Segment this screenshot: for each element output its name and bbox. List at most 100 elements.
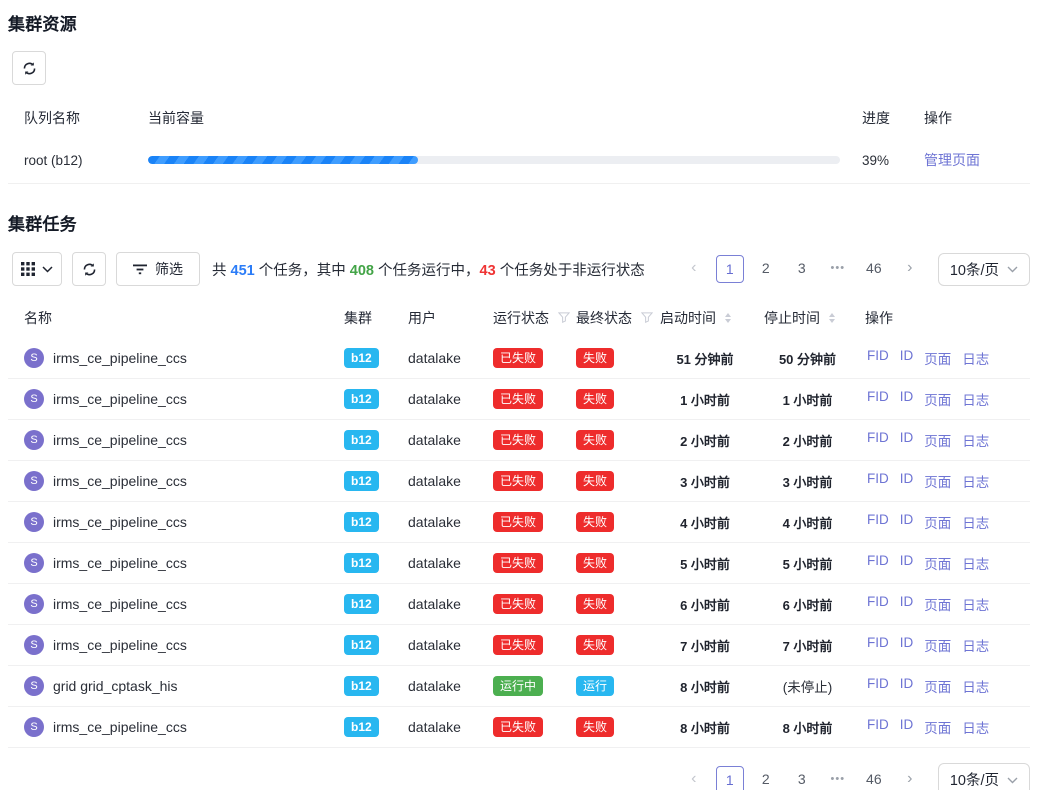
user-name: datalake <box>408 637 493 653</box>
action-link[interactable]: FID <box>867 717 889 737</box>
action-link[interactable]: 页面 <box>924 717 951 737</box>
progress-percent: 39% <box>862 153 924 168</box>
action-link[interactable]: FID <box>867 389 889 409</box>
page-2[interactable]: 2 <box>752 766 780 790</box>
page-size-select[interactable]: 10条/页 <box>938 763 1030 790</box>
capacity-cell <box>148 156 862 164</box>
task-table-body: S irms_ce_pipeline_ccs b12 datalake 已失败 … <box>8 338 1030 748</box>
cluster-resources-title: 集群资源 <box>8 10 1030 35</box>
action-link[interactable]: ID <box>900 430 914 450</box>
action-link[interactable]: 页面 <box>924 389 951 409</box>
cluster-tasks-title: 集群任务 <box>8 210 1030 235</box>
action-link[interactable]: ID <box>900 676 914 696</box>
action-link[interactable]: ID <box>900 594 914 614</box>
user-name: datalake <box>408 391 493 407</box>
sort-icon[interactable] <box>829 313 835 323</box>
run-status-badge: 已失败 <box>493 471 543 491</box>
action-link[interactable]: ID <box>900 717 914 737</box>
action-link[interactable]: 页面 <box>924 635 951 655</box>
page-3[interactable]: 3 <box>788 766 816 790</box>
action-link[interactable]: ID <box>900 635 914 655</box>
filter-funnel-icon[interactable] <box>641 310 653 326</box>
tasks-refresh-button[interactable] <box>72 252 106 286</box>
next-page-button[interactable]: › <box>896 255 924 283</box>
action-link[interactable]: 日志 <box>962 430 989 450</box>
col-start-time[interactable]: 启动时间 <box>660 308 764 328</box>
action-link[interactable]: 日志 <box>962 717 989 737</box>
column-layout-button[interactable] <box>12 252 62 286</box>
col-user: 用户 <box>408 308 493 328</box>
run-status-badge: 运行中 <box>493 676 543 696</box>
avatar: S <box>24 676 44 696</box>
action-link[interactable]: FID <box>867 430 889 450</box>
row-actions: FID ID 页面日志 <box>865 471 1030 491</box>
user-name: datalake <box>408 350 493 366</box>
final-status-badge: 失败 <box>576 389 614 409</box>
action-link[interactable]: ID <box>900 512 914 532</box>
tasks-table: 名称 集群 用户 运行状态 最终状态 启动时间 停止时间 <box>8 298 1030 748</box>
table-row: S irms_ce_pipeline_ccs b12 datalake 已失败 … <box>8 338 1030 379</box>
action-link[interactable]: 日志 <box>962 512 989 532</box>
action-link[interactable]: FID <box>867 676 889 696</box>
task-name: irms_ce_pipeline_ccs <box>53 514 187 530</box>
action-link[interactable]: FID <box>867 471 889 491</box>
page-ellipsis[interactable]: ••• <box>824 766 852 790</box>
page-size-select[interactable]: 10条/页 <box>938 253 1030 286</box>
action-link[interactable]: 日志 <box>962 594 989 614</box>
action-link[interactable]: 日志 <box>962 471 989 491</box>
action-link[interactable]: 页面 <box>924 471 951 491</box>
page-46[interactable]: 46 <box>860 255 888 283</box>
cluster-badge: b12 <box>344 389 379 409</box>
refresh-icon <box>22 61 37 76</box>
final-status-badge: 失败 <box>576 553 614 573</box>
col-stop-time[interactable]: 停止时间 <box>764 308 865 328</box>
filter-button[interactable]: 筛选 <box>116 252 200 286</box>
action-link[interactable]: 页面 <box>924 348 951 368</box>
page-46[interactable]: 46 <box>860 766 888 790</box>
action-link[interactable]: 页面 <box>924 676 951 696</box>
action-link[interactable]: 页面 <box>924 594 951 614</box>
next-page-button[interactable]: › <box>896 766 924 790</box>
page-1[interactable]: 1 <box>716 766 744 790</box>
action-link[interactable]: 页面 <box>924 553 951 573</box>
col-cluster: 集群 <box>344 308 408 328</box>
resources-refresh-button[interactable] <box>12 51 46 85</box>
page-1[interactable]: 1 <box>716 255 744 283</box>
user-name: datalake <box>408 432 493 448</box>
action-link[interactable]: 日志 <box>962 676 989 696</box>
col-final-status[interactable]: 最终状态 <box>576 308 660 328</box>
action-link[interactable]: 页面 <box>924 430 951 450</box>
action-link[interactable]: ID <box>900 471 914 491</box>
page-ellipsis[interactable]: ••• <box>824 255 852 283</box>
col-resource-action: 操作 <box>924 108 1030 128</box>
action-link[interactable]: 日志 <box>962 553 989 573</box>
cluster-badge: b12 <box>344 676 379 696</box>
col-run-status[interactable]: 运行状态 <box>493 308 576 328</box>
sort-icon[interactable] <box>725 313 731 323</box>
action-link[interactable]: 日志 <box>962 635 989 655</box>
action-link[interactable]: 日志 <box>962 348 989 368</box>
filter-funnel-icon[interactable] <box>558 310 570 326</box>
task-name: irms_ce_pipeline_ccs <box>53 596 187 612</box>
table-row: S irms_ce_pipeline_ccs b12 datalake 已失败 … <box>8 461 1030 502</box>
action-link[interactable]: ID <box>900 389 914 409</box>
action-link[interactable]: FID <box>867 348 889 368</box>
stop-time: 50 分钟前 <box>764 349 865 368</box>
action-link[interactable]: FID <box>867 635 889 655</box>
action-link[interactable]: 日志 <box>962 389 989 409</box>
action-link[interactable]: FID <box>867 594 889 614</box>
avatar: S <box>24 389 44 409</box>
row-actions: FID ID 页面日志 <box>865 348 1030 368</box>
page-3[interactable]: 3 <box>788 255 816 283</box>
action-link[interactable]: ID <box>900 553 914 573</box>
start-time: 4 小时前 <box>660 513 764 532</box>
manage-page-link[interactable]: 管理页面 <box>924 152 980 168</box>
page-2[interactable]: 2 <box>752 255 780 283</box>
tasks-table-header: 名称 集群 用户 运行状态 最终状态 启动时间 停止时间 <box>8 298 1030 338</box>
action-link[interactable]: FID <box>867 553 889 573</box>
action-link[interactable]: FID <box>867 512 889 532</box>
action-link[interactable]: ID <box>900 348 914 368</box>
queue-name: root (b12) <box>8 153 148 168</box>
task-name: irms_ce_pipeline_ccs <box>53 350 187 366</box>
action-link[interactable]: 页面 <box>924 512 951 532</box>
